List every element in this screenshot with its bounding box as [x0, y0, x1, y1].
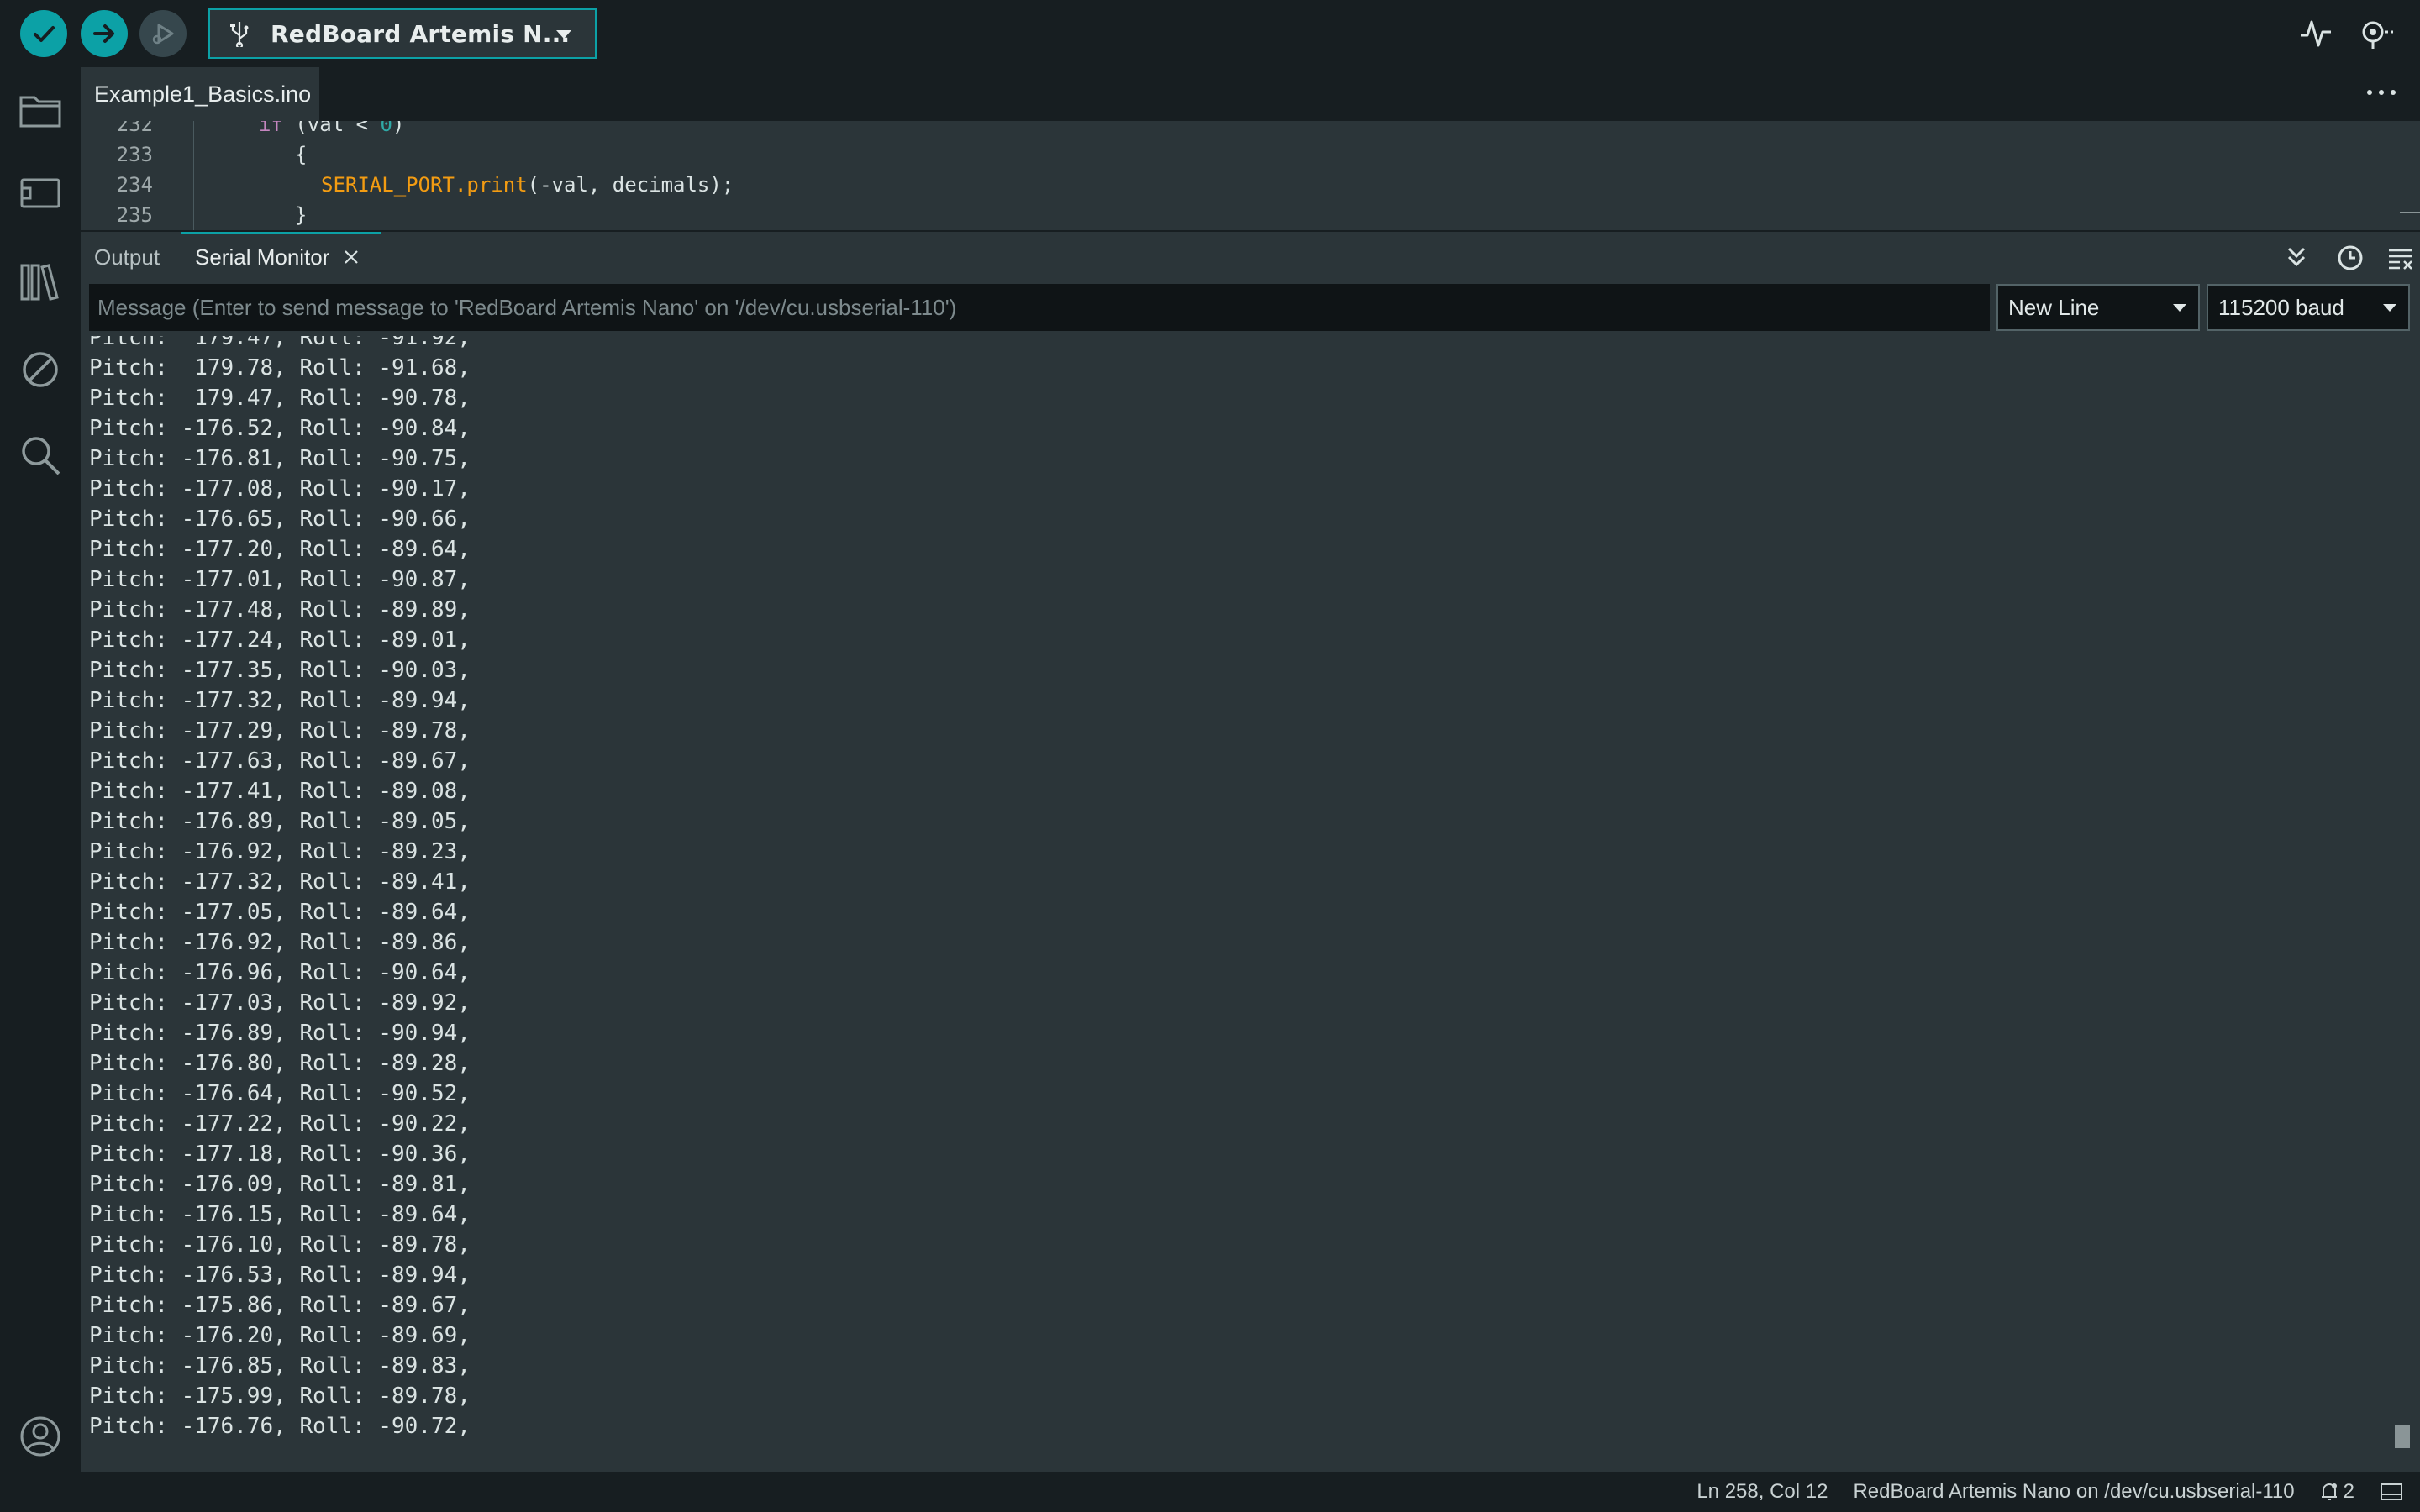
top-toolbar: RedBoard Artemis N...: [0, 0, 2420, 67]
serial-line: Pitch: -176.52, Roll: -90.84,: [89, 416, 471, 441]
notifications[interactable]: 2: [2320, 1480, 2354, 1504]
code-line: }: [271, 203, 308, 227]
serial-line: Pitch: -176.53, Roll: -89.94,: [89, 1263, 471, 1288]
serial-line: Pitch: -177.20, Roll: -89.64,: [89, 537, 471, 562]
serial-line: Pitch: -176.76, Roll: -90.72,: [89, 1414, 471, 1439]
serial-line: Pitch: -177.03, Roll: -89.92,: [89, 990, 471, 1016]
tab-output[interactable]: Output: [94, 232, 160, 282]
chevron-down-icon: [556, 30, 571, 39]
serial-line: Pitch: -176.96, Roll: -90.64,: [89, 960, 471, 985]
more-options-icon[interactable]: [2365, 86, 2398, 99]
file-tab-label: Example1_Basics.ino: [94, 81, 312, 107]
baud-rate-select[interactable]: 115200 baud: [2207, 284, 2410, 331]
close-icon[interactable]: [343, 249, 360, 265]
usb-icon: [230, 22, 249, 47]
chevron-down-icon: [2173, 304, 2186, 312]
serial-line: Pitch: -176.09, Roll: -89.81,: [89, 1172, 471, 1197]
serial-line: Pitch: -177.32, Roll: -89.41,: [89, 869, 471, 895]
line-number: 234: [116, 173, 153, 197]
serial-line: Pitch: -176.10, Roll: -89.78,: [89, 1232, 471, 1257]
board-name: RedBoard Artemis N...: [271, 19, 571, 48]
serial-scrollbar[interactable]: [2395, 1425, 2410, 1448]
account-icon[interactable]: [18, 1415, 62, 1458]
serial-line: Pitch: -177.48, Roll: -89.89,: [89, 597, 471, 622]
line-ending-select[interactable]: New Line: [1996, 284, 2200, 331]
bottom-panel: Output Serial Monitor New Line 115200 ba…: [81, 232, 2420, 1472]
tab-serial-monitor[interactable]: Serial Monitor: [195, 232, 360, 282]
serial-output[interactable]: Pitch: 179.47, Roll: -91.92, Pitch: 179.7…: [89, 336, 2391, 1467]
serial-line: Pitch: -177.32, Roll: -89.94,: [89, 688, 471, 713]
board-port-status[interactable]: RedBoard Artemis Nano on /dev/cu.usbseri…: [1853, 1480, 2294, 1504]
serial-line: Pitch: -177.22, Roll: -90.22,: [89, 1111, 471, 1137]
status-bar: Ln 258, Col 12 RedBoard Artemis Nano on …: [81, 1472, 2420, 1512]
serial-line: Pitch: -177.08, Roll: -90.17,: [89, 476, 471, 501]
chevron-down-icon: [2383, 304, 2396, 312]
search-icon[interactable]: [18, 433, 62, 477]
serial-plotter-icon[interactable]: [2297, 15, 2334, 52]
serial-line: Pitch: -177.63, Roll: -89.67,: [89, 748, 471, 774]
editor-scrollbar[interactable]: [2400, 212, 2420, 213]
serial-line: Pitch: -175.86, Roll: -89.67,: [89, 1293, 471, 1318]
timestamp-icon[interactable]: [2336, 244, 2365, 272]
library-manager-icon[interactable]: [18, 260, 62, 304]
cursor-position[interactable]: Ln 258, Col 12: [1697, 1480, 1828, 1504]
serial-line: Pitch: -177.41, Roll: -89.08,: [89, 779, 471, 804]
serial-line: Pitch: -177.24, Roll: -89.01,: [89, 627, 471, 653]
code-line: {: [271, 143, 308, 166]
serial-line: Pitch: -176.85, Roll: -89.83,: [89, 1353, 471, 1378]
panel-tabs: Output Serial Monitor: [81, 232, 2420, 282]
activity-bar: [0, 67, 81, 1512]
serial-monitor-icon[interactable]: [2358, 15, 2395, 52]
code-editor[interactable]: 232 if (val < 0) 233 { 234 SERIAL_PORT.p…: [81, 121, 2420, 230]
serial-line: Pitch: -176.92, Roll: -89.23,: [89, 839, 471, 864]
serial-line: Pitch: -176.89, Roll: -90.94,: [89, 1021, 471, 1046]
code-line: if (val < 0): [259, 121, 405, 136]
serial-line: Pitch: 179.78, Roll: -91.68,: [89, 355, 471, 381]
arrow-right-icon: [93, 24, 114, 43]
folder-icon[interactable]: [18, 89, 62, 133]
serial-line: Pitch: -177.01, Roll: -90.87,: [89, 567, 471, 592]
serial-line: Pitch: -176.81, Roll: -90.75,: [89, 446, 471, 471]
serial-line: Pitch: -177.35, Roll: -90.03,: [89, 658, 471, 683]
line-number: 232: [116, 121, 153, 136]
serial-line: Pitch: -176.80, Roll: -89.28,: [89, 1051, 471, 1076]
serial-line: Pitch: -176.20, Roll: -89.69,: [89, 1323, 471, 1348]
editor-tab-bar: Example1_Basics.ino: [81, 67, 2420, 121]
upload-button[interactable]: [81, 10, 128, 57]
serial-line: Pitch: -176.65, Roll: -90.66,: [89, 507, 471, 532]
verify-button[interactable]: [20, 10, 67, 57]
serial-line: Pitch: -176.15, Roll: -89.64,: [89, 1202, 471, 1227]
line-number: 233: [116, 143, 153, 166]
board-manager-icon[interactable]: [18, 171, 62, 215]
message-input[interactable]: [89, 284, 1990, 331]
serial-line: Pitch: -175.99, Roll: -89.78,: [89, 1383, 471, 1409]
debug-icon: [152, 24, 174, 45]
checkmark-icon: [34, 26, 55, 42]
debug-button[interactable]: [139, 10, 187, 57]
serial-line: Pitch: -177.05, Roll: -89.64,: [89, 900, 471, 925]
serial-line: Pitch: -176.64, Roll: -90.52,: [89, 1081, 471, 1106]
serial-line: Pitch: -177.29, Roll: -89.78,: [89, 718, 471, 743]
clear-output-icon[interactable]: [2386, 244, 2415, 272]
code-line: SERIAL_PORT.print(-val, decimals);: [321, 173, 734, 197]
serial-line: Pitch: 179.47, Roll: -91.92,: [89, 336, 471, 350]
file-tab[interactable]: Example1_Basics.ino: [81, 67, 319, 121]
serial-line: Pitch: -176.89, Roll: -89.05,: [89, 809, 471, 834]
board-selector[interactable]: RedBoard Artemis N...: [208, 8, 597, 59]
toggle-autoscroll-icon[interactable]: [2282, 244, 2311, 272]
toggle-panel-icon[interactable]: [2380, 1482, 2403, 1502]
debug-disabled-icon[interactable]: [18, 348, 62, 391]
serial-line: Pitch: 179.47, Roll: -90.78,: [89, 386, 471, 411]
serial-line: Pitch: -177.18, Roll: -90.36,: [89, 1142, 471, 1167]
serial-line: Pitch: -176.92, Roll: -89.86,: [89, 930, 471, 955]
line-number: 235: [116, 203, 153, 227]
bell-icon: [2321, 1483, 2337, 1500]
